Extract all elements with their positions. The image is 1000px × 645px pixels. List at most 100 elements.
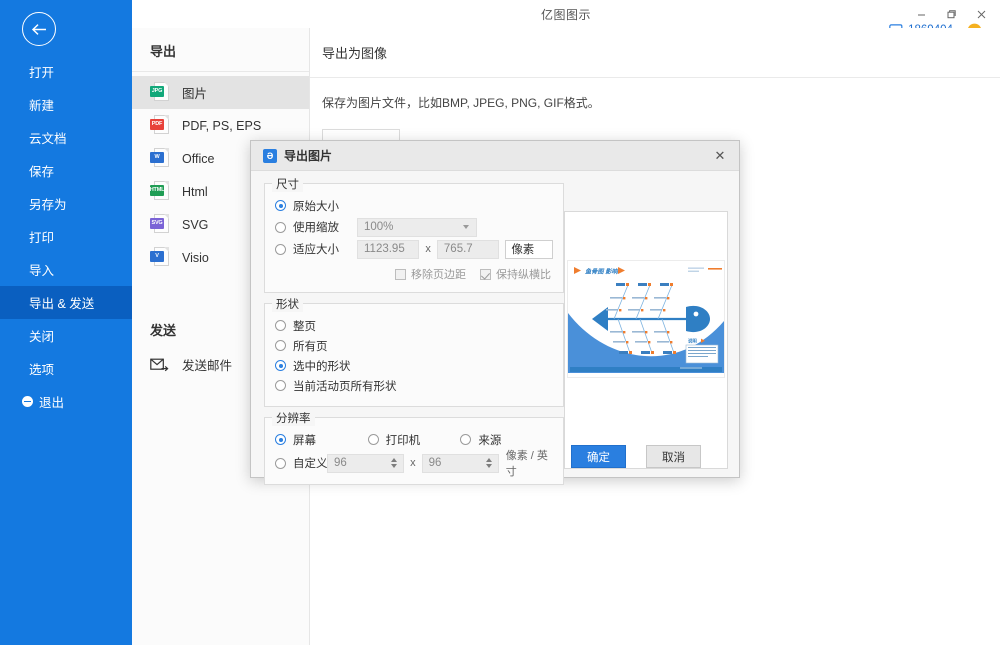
- sidebar-item-label: 导入: [29, 264, 55, 278]
- application-window: 亿图图示 1869404... ▾: [0, 0, 1000, 645]
- sidebar-item-label: 退出: [39, 396, 65, 410]
- checkbox-icon: [480, 268, 491, 280]
- export-item-label: Html: [182, 184, 208, 199]
- radio-whole-page[interactable]: 整页: [275, 316, 553, 335]
- sidebar-item-cloud-doc[interactable]: 云文档: [0, 121, 132, 154]
- sidebar-item-options[interactable]: 选项: [0, 352, 132, 385]
- radio-selected-shapes[interactable]: 选中的形状: [275, 356, 553, 375]
- minus-circle-icon: [22, 396, 33, 407]
- sidebar-item-print[interactable]: 打印: [0, 220, 132, 253]
- size-legend: 尺寸: [272, 176, 303, 192]
- radio-icon: [275, 243, 286, 255]
- radio-icon: [275, 200, 286, 211]
- height-value: 765.7: [443, 243, 473, 255]
- mail-send-icon: [150, 358, 169, 371]
- radio-icon: [367, 434, 379, 445]
- scale-row: 使用缩放 100%: [275, 216, 553, 238]
- sidebar-item-close[interactable]: 关闭: [0, 319, 132, 352]
- sidebar-item-open[interactable]: 打开: [0, 55, 132, 88]
- width-value: 1123.95: [364, 243, 405, 255]
- ok-button[interactable]: 确定: [571, 445, 626, 468]
- width-input[interactable]: 1123.95: [357, 239, 420, 259]
- sidebar-item-label: 云文档: [29, 132, 67, 146]
- sidebar-item-import[interactable]: 导入: [0, 253, 132, 286]
- resolution-legend: 分辨率: [272, 410, 315, 426]
- size-checkbox-row: 移除页边距 保持纵横比: [275, 266, 553, 282]
- edraw-app-icon: Ə: [263, 148, 277, 163]
- radio-icon: [275, 434, 286, 445]
- radio-use-scale[interactable]: 使用缩放: [275, 219, 357, 235]
- export-item-label: Office: [182, 151, 215, 166]
- window-title: 亿图图示: [540, 7, 591, 22]
- checkbox-keep-aspect-ratio[interactable]: 保持纵横比: [480, 266, 551, 282]
- checkbox-remove-margin[interactable]: 移除页边距: [395, 266, 466, 282]
- radio-icon: [275, 320, 286, 331]
- height-input[interactable]: 765.7: [436, 239, 500, 259]
- dialog-body: 尺寸 原始大小 使用缩放 100% 适应大小 1123.95 x 765.7 像…: [251, 171, 739, 485]
- radio-fit-size[interactable]: 适应大小: [275, 241, 357, 257]
- sidebar-item-export-and-send[interactable]: 导出 & 发送: [0, 286, 132, 319]
- page-title: 导出为图像: [322, 46, 388, 61]
- sidebar-item-new[interactable]: 新建: [0, 88, 132, 121]
- sidebar-item-quit[interactable]: 退出: [0, 385, 132, 418]
- fit-size-row: 适应大小 1123.95 x 765.7 像素: [275, 238, 553, 260]
- radio-icon: [275, 360, 286, 371]
- radio-icon: [275, 340, 286, 351]
- fishbone-diagram-preview: 鱼骨图 影响 说明: [564, 211, 728, 469]
- fishbone-diagram-graphic: 鱼骨图 影响 说明: [568, 261, 724, 377]
- sidebar-item-label: 选项: [29, 363, 55, 377]
- radio-label: 适应大小: [293, 244, 339, 256]
- visio-file-icon: V: [150, 246, 169, 269]
- checkbox-label: 保持纵横比: [496, 269, 551, 281]
- export-image-dialog: Ə 导出图片 ✕ 尺寸 原始大小 使用缩放 100% 适应大小 1123.95 …: [250, 140, 740, 485]
- svg-text:鱼骨图 影响: 鱼骨图 影响: [585, 268, 618, 276]
- radio-label: 原始大小: [293, 200, 339, 213]
- left-sidebar: 打开 新建 云文档 保存 另存为 打印 导入 导出 & 发送 关闭 选项 退出: [0, 0, 132, 645]
- export-item-label: 图片: [182, 87, 208, 101]
- radio-active-page-shapes[interactable]: 当前活动页所有形状: [275, 376, 553, 395]
- word-file-icon: W: [150, 147, 169, 170]
- radio-label: 所有页: [293, 340, 328, 353]
- svg-text:说明: 说明: [688, 338, 697, 345]
- checkbox-icon: [395, 268, 406, 280]
- close-icon[interactable]: ✕: [701, 141, 739, 171]
- radio-all-pages[interactable]: 所有页: [275, 336, 553, 355]
- sidebar-item-save-as[interactable]: 另存为: [0, 187, 132, 220]
- export-item-pdf-ps-eps[interactable]: PDF PDF, PS, EPS: [132, 109, 309, 142]
- radio-label: 整页: [293, 320, 316, 333]
- radio-icon: [275, 380, 286, 391]
- shape-legend: 形状: [272, 296, 303, 312]
- radio-icon: [275, 221, 286, 233]
- export-item-image[interactable]: JPG 图片: [132, 76, 309, 109]
- sidebar-item-save[interactable]: 保存: [0, 154, 132, 187]
- sidebar-item-label: 打开: [29, 66, 55, 80]
- back-arrow-icon[interactable]: [22, 12, 56, 46]
- export-item-label: SVG: [182, 217, 209, 232]
- preview-page: 鱼骨图 影响 说明: [567, 260, 725, 378]
- dialog-title: 导出图片: [284, 149, 333, 163]
- shape-fieldset: 形状 整页 所有页 选中的形状 当前活动页所有形状: [264, 296, 564, 407]
- radio-original-size[interactable]: 原始大小: [275, 196, 553, 215]
- jpg-file-icon: JPG: [150, 81, 169, 104]
- sidebar-menu: 打开 新建 云文档 保存 另存为 打印 导入 导出 & 发送 关闭 选项 退出: [0, 55, 132, 418]
- export-heading: 导出: [150, 44, 177, 59]
- export-item-label: Visio: [182, 250, 209, 265]
- export-description: 保存为图片文件，比如BMP, JPEG, PNG, GIF格式。: [322, 96, 600, 110]
- svg-file-icon: SVG: [150, 213, 169, 236]
- sidebar-item-label: 另存为: [29, 198, 67, 212]
- scale-value: 100%: [364, 221, 394, 233]
- sidebar-item-label: 导出 & 发送: [29, 297, 95, 311]
- pdf-file-icon: PDF: [150, 114, 169, 137]
- dialog-title-bar: Ə 导出图片 ✕: [251, 141, 739, 171]
- unit-dropdown[interactable]: 像素: [505, 239, 553, 259]
- dimension-separator: x: [425, 243, 431, 255]
- send-item-label: 发送邮件: [182, 358, 233, 373]
- cancel-button[interactable]: 取消: [646, 445, 701, 468]
- radio-icon: [460, 434, 472, 445]
- sidebar-item-label: 关闭: [29, 330, 55, 344]
- sidebar-item-label: 打印: [29, 231, 55, 245]
- chevron-down-icon: [463, 225, 469, 229]
- scale-dropdown[interactable]: 100%: [357, 217, 477, 237]
- sidebar-item-label: 保存: [29, 165, 55, 179]
- window-title-bar: 亿图图示: [132, 0, 1000, 28]
